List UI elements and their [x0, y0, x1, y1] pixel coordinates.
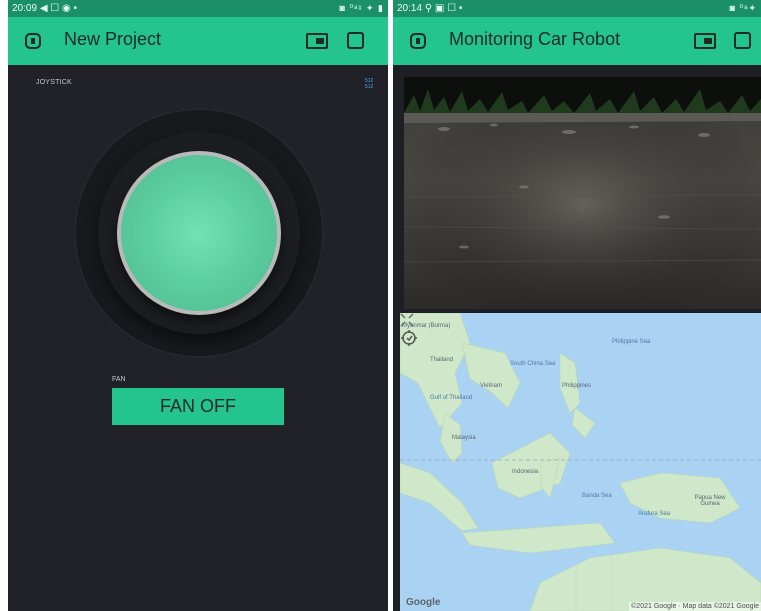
status-icons-left: ⚲ ▣ ☐ •: [424, 3, 463, 14]
stop-square-icon[interactable]: [347, 32, 364, 49]
status-icons-right: ◙ ⁰ᵃᵡ ✦ ▮: [339, 3, 384, 13]
my-location-icon[interactable]: [400, 329, 418, 347]
google-logo: Google: [406, 597, 441, 608]
map-label-south-china-sea: South China Sea: [510, 361, 556, 367]
right-phone-screen: 20:14 ⚲ ▣ ☐ • ◙ ⁰ᵃ✦ Monitoring Car Robot: [393, 0, 761, 611]
app-bar: New Project: [8, 17, 388, 65]
page-title: New Project: [64, 29, 162, 49]
map-label-arafura-sea: Arafura Sea: [638, 511, 671, 517]
joystick-knob[interactable]: [117, 151, 281, 315]
status-time: 20:14: [397, 3, 423, 14]
joystick-y-value: 512: [365, 84, 374, 90]
app-bar: Monitoring Car Robot: [393, 17, 761, 65]
stop-square-icon[interactable]: [734, 32, 751, 49]
device-settings-icon[interactable]: [306, 32, 328, 50]
joystick-values: 512 512: [365, 78, 373, 90]
status-bar: 20:09 ◀ ☐ ◉ • ◙ ⁰ᵃᵡ ✦ ▮: [8, 0, 388, 17]
status-icons-right: ◙ ⁰ᵃ✦: [729, 3, 757, 13]
camera-video-stream[interactable]: [404, 77, 761, 309]
map-attribution[interactable]: ©2021 Google · Map data ©2021 Google: [629, 602, 761, 611]
status-bar: 20:14 ⚲ ▣ ☐ • ◙ ⁰ᵃ✦: [393, 0, 761, 17]
map-label-thailand: Thailand: [430, 357, 454, 363]
map-label-papua-new-guinea: Papua New Guinea: [694, 495, 726, 507]
status-icons-left: ◀ ☐ ◉ •: [39, 3, 78, 14]
camera-frame-image: [404, 77, 761, 309]
exit-project-icon[interactable]: [408, 31, 428, 51]
map-label-vietnam: Vietnam: [480, 383, 502, 389]
map-label-philippine-sea: Philippine Sea: [612, 339, 651, 345]
exit-project-icon[interactable]: [23, 31, 43, 51]
page-title: Monitoring Car Robot: [449, 29, 621, 49]
fullscreen-icon[interactable]: [400, 313, 414, 327]
left-phone-screen: 20:09 ◀ ☐ ◉ • ◙ ⁰ᵃᵡ ✦ ▮ New Project JOYS…: [8, 0, 388, 611]
map-label-indonesia: Indonesia: [512, 469, 539, 475]
joystick-label: JOYSTICK: [36, 79, 72, 86]
map-label-malaysia: Malaysia: [452, 435, 476, 441]
fan-label: FAN: [112, 376, 126, 383]
status-time: 20:09: [12, 3, 38, 14]
fan-toggle-button[interactable]: FAN OFF: [112, 388, 284, 425]
map-label-philippines: Philippines: [562, 383, 592, 389]
map-label-banda-sea: Banda Sea: [582, 493, 612, 499]
device-settings-icon[interactable]: [694, 32, 716, 50]
screenshot-root: 20:09 ◀ ☐ ◉ • ◙ ⁰ᵃᵡ ✦ ▮ New Project JOYS…: [0, 0, 761, 611]
map-label-gulf-of-thailand: Gulf of Thailand: [430, 395, 473, 401]
map-tiles: [400, 313, 761, 611]
map-widget[interactable]: Myanmar (Burma) Thailand South China Sea…: [400, 313, 761, 611]
